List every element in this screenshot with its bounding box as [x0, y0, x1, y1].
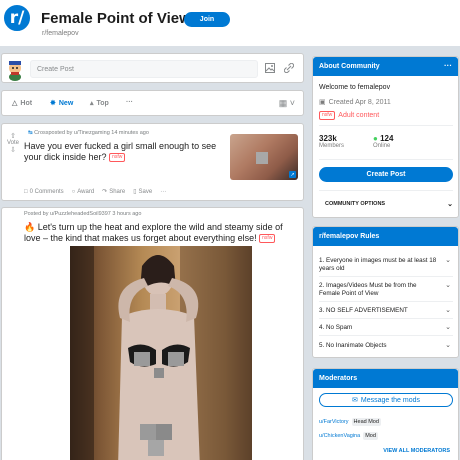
bookmark-icon: ▯	[133, 189, 137, 195]
online-dot-icon: ●	[373, 134, 381, 143]
nsfw-badge: nsfw	[259, 234, 276, 244]
sort-top[interactable]: ▴ Top	[90, 99, 109, 108]
rule-item[interactable]: 4. No Spam ⌄	[319, 324, 453, 332]
award-button[interactable]: ○ Award	[72, 189, 95, 195]
rule-item[interactable]: 3. NO SELF ADVERTISEMENT ⌄	[319, 307, 453, 315]
moderator-name[interactable]: u/FarVictory	[319, 419, 349, 425]
create-post-button[interactable]: Create Post	[319, 167, 453, 182]
divider	[319, 125, 453, 126]
link-icon[interactable]	[283, 62, 295, 74]
chevron-down-icon: ⌄	[447, 201, 453, 208]
about-community-heading: About Community ···	[313, 57, 458, 76]
vote-column: ⇧ Vote ⇩	[6, 132, 20, 154]
rules-card: r/femalepov Rules 1. Everyone in images …	[312, 226, 459, 358]
user-avatar-icon[interactable]	[6, 59, 24, 81]
online-stat: ● 124 Online	[373, 134, 394, 149]
mail-icon: ✉	[351, 397, 358, 404]
more-options-icon[interactable]: ···	[444, 61, 452, 70]
chevron-down-icon: ⌄	[445, 307, 451, 314]
chart-icon: ▴	[90, 100, 94, 107]
comments-button[interactable]: □ 0 Comments	[24, 189, 64, 195]
chevron-down-icon: ⌄	[445, 324, 451, 331]
create-post-input[interactable]: Create Post	[30, 60, 258, 78]
post-meta: ↹ Crossposted by u/Tinezgaming 14 minute…	[28, 130, 149, 136]
share-button[interactable]: ↷ Share	[102, 188, 125, 196]
post-actions: □ 0 Comments ○ Award ↷ Share ▯ Save ···	[24, 188, 166, 196]
flame-icon: △	[12, 100, 18, 107]
post-more-button[interactable]: ···	[160, 189, 166, 195]
rule-item[interactable]: 1. Everyone in images must be at least 1…	[319, 257, 453, 273]
post-meta: Posted by u/PuzzleheadedSoil9397 3 hours…	[24, 211, 142, 217]
divider	[319, 335, 453, 336]
sort-bar: △ Hot ✸ New ▴ Top ··· ▦ ˅	[1, 90, 304, 116]
upvote-icon[interactable]: ⇧	[6, 132, 20, 140]
divider	[319, 190, 453, 191]
sort-hot[interactable]: △ Hot	[12, 99, 32, 108]
moderators-heading: Moderators	[313, 369, 458, 388]
subreddit-icon[interactable]: r/	[2, 3, 32, 33]
community-options-toggle[interactable]: COMMUNITY OPTIONS ⌄	[325, 201, 453, 208]
post-card[interactable]: ⇧ Vote ⇩ ↹ Crossposted by u/Tinezgaming …	[1, 123, 304, 201]
post-image[interactable]	[70, 246, 252, 460]
rule-item[interactable]: 2. Images/Videos Must be from the Female…	[319, 282, 453, 298]
view-toggle-icon[interactable]: ▦ ˅	[279, 98, 295, 109]
chevron-down-icon: ⌄	[445, 257, 451, 264]
message-mods-button[interactable]: ✉ Message the mods	[319, 393, 453, 407]
subreddit-header: r/ Female Point of View r/femalepov Join	[0, 0, 460, 46]
moderators-card: Moderators ✉ Message the mods u/FarVictor…	[312, 368, 459, 460]
award-icon: ○	[71, 188, 76, 195]
subreddit-slug: r/femalepov	[42, 30, 79, 37]
chevron-down-icon: ⌄	[445, 342, 451, 349]
sort-new[interactable]: ✸ New	[50, 99, 73, 108]
downvote-icon[interactable]: ⇩	[6, 146, 20, 154]
image-upload-icon[interactable]	[264, 62, 276, 74]
divider	[319, 276, 453, 277]
adult-content-line: nsfw Adult content	[319, 111, 379, 120]
moderator-flair: Head Mod	[351, 418, 381, 426]
share-icon: ↷	[102, 189, 108, 195]
divider	[319, 159, 453, 160]
post-card[interactable]: Posted by u/PuzzleheadedSoil9397 3 hours…	[1, 207, 304, 460]
cake-icon: ▣	[319, 99, 326, 106]
chevron-down-icon: ⌄	[445, 282, 451, 289]
moderator-item: u/FarVictory Head Mod	[319, 418, 381, 426]
divider	[319, 301, 453, 302]
view-all-moderators-link[interactable]: VIEW ALL MODERATORS	[383, 448, 450, 454]
post-title[interactable]: 🔥 Let's turn up the heat and explore the…	[24, 222, 294, 244]
moderator-flair: Mod	[363, 432, 378, 440]
crosspost-icon: ↹	[28, 130, 33, 136]
sort-more-button[interactable]: ···	[126, 99, 133, 106]
save-button[interactable]: ▯ Save	[133, 188, 152, 196]
rules-heading: r/femalepov Rules	[313, 227, 458, 246]
nsfw-badge: nsfw	[319, 111, 336, 120]
external-link-icon[interactable]: ↗	[289, 171, 296, 178]
post-thumbnail[interactable]: ↗	[230, 134, 298, 180]
subreddit-title: Female Point of View	[41, 10, 191, 27]
members-stat: 323k Members	[319, 134, 345, 149]
about-community-card: About Community ··· Welcome to femalepov…	[312, 56, 459, 218]
nsfw-badge: nsfw	[109, 153, 126, 163]
photo-figure	[70, 246, 252, 460]
moderator-item: u/ChickenVagina Mod	[319, 432, 378, 440]
sparkle-icon: ✸	[50, 100, 56, 107]
moderator-name[interactable]: u/ChickenVagina	[319, 433, 360, 439]
welcome-text: Welcome to femalepov	[319, 84, 391, 91]
comment-icon: □	[24, 188, 28, 195]
create-post-bar: Create Post	[1, 53, 304, 83]
created-date: ▣ Created Apr 8, 2011	[319, 98, 391, 107]
post-title[interactable]: Have you ever fucked a girl small enough…	[24, 141, 224, 163]
rule-item[interactable]: 5. No Inanimate Objects ⌄	[319, 342, 453, 350]
divider	[319, 318, 453, 319]
join-button[interactable]: Join	[184, 12, 230, 27]
